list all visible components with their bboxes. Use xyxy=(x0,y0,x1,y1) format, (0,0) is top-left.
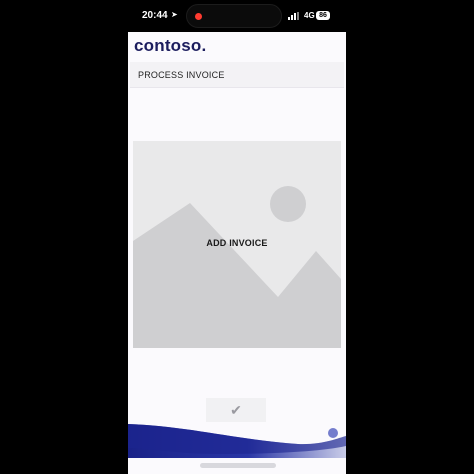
bottom-navigation-bar xyxy=(128,424,346,458)
checkmark-icon: ✔ xyxy=(230,402,242,418)
signal-bars-icon xyxy=(288,12,300,20)
recording-indicator-icon xyxy=(195,13,202,20)
home-indicator[interactable] xyxy=(200,463,276,468)
phone-screen: 20:44 ➤ 4G 86 contoso. PROCESS INVOICE A… xyxy=(128,0,346,474)
brand-logo: contoso. xyxy=(134,36,207,55)
page-header: PROCESS INVOICE xyxy=(130,62,344,88)
network-type: 4G xyxy=(304,11,315,20)
battery-icon: 86 xyxy=(316,11,330,20)
add-invoice-image-button[interactable]: ADD INVOICE xyxy=(133,141,341,348)
status-time: 20:44 xyxy=(142,10,168,21)
add-invoice-label: ADD INVOICE xyxy=(206,238,268,248)
status-bar: 20:44 ➤ 4G 86 xyxy=(128,0,346,32)
page-title: PROCESS INVOICE xyxy=(138,70,225,80)
dynamic-island xyxy=(186,4,282,28)
confirm-button[interactable]: ✔ xyxy=(206,398,266,422)
location-arrow-icon: ➤ xyxy=(171,10,178,19)
